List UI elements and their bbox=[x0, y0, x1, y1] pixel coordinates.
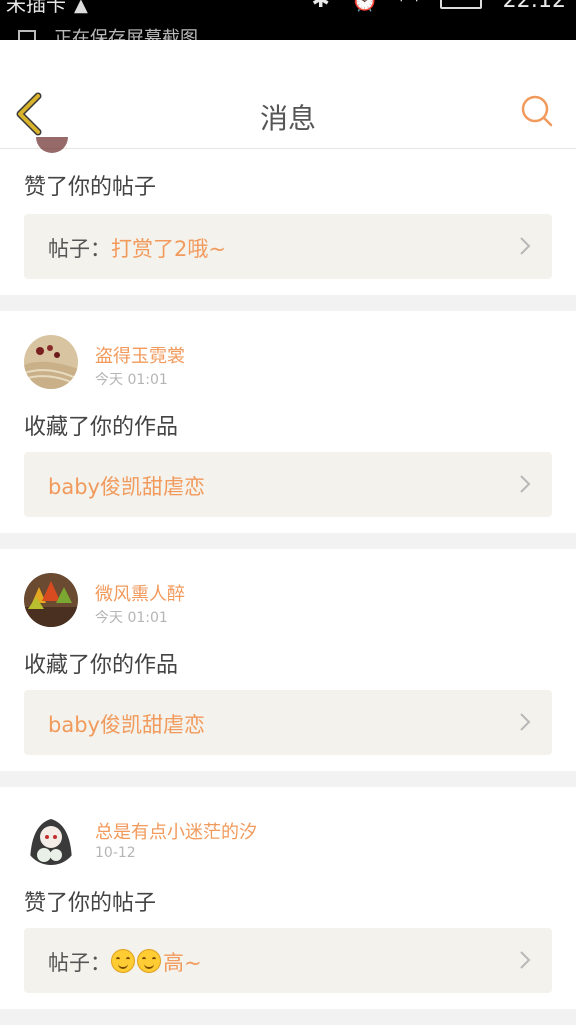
avatar[interactable] bbox=[24, 811, 78, 865]
message-action: 收藏了你的作品 bbox=[24, 653, 179, 678]
referenced-post[interactable]: 帖子： 高~ bbox=[24, 928, 552, 993]
ref-title: 打赏了2哦~ bbox=[111, 237, 226, 261]
chevron-right-icon bbox=[520, 951, 531, 969]
timestamp: 今天 01:01 bbox=[95, 610, 168, 626]
status-bar: 未插卡 ▲ ✱ ⏰ ◠ 22:12 正在保存屏幕截图 bbox=[0, 0, 576, 40]
screenshot-notification: 正在保存屏幕截图 bbox=[18, 24, 198, 40]
referenced-work[interactable]: baby俊凯甜虐恋 bbox=[24, 452, 552, 517]
battery-icon bbox=[439, 0, 482, 9]
chevron-right-icon bbox=[520, 475, 531, 493]
referenced-post[interactable]: 帖子：打赏了2哦~ bbox=[24, 214, 552, 279]
timestamp: 今天 01:01 bbox=[95, 372, 168, 388]
smile-emoji-icon bbox=[111, 949, 135, 973]
message-action: 赞了你的帖子 bbox=[24, 175, 157, 200]
page-title: 消息 bbox=[259, 102, 316, 135]
page-header: 消息 bbox=[0, 40, 576, 149]
avatar[interactable] bbox=[24, 335, 78, 389]
wifi-icon: ◠ bbox=[399, 0, 419, 13]
chevron-right-icon bbox=[520, 713, 531, 731]
ref-prefix: 帖子： bbox=[48, 951, 111, 975]
screenshot-icon bbox=[18, 30, 36, 40]
clock: 22:12 bbox=[502, 0, 566, 13]
user-name[interactable]: 微风熏人醉 bbox=[95, 580, 185, 606]
warning-icon: ▲ bbox=[74, 0, 88, 16]
bluetooth-icon: ✱ bbox=[311, 0, 330, 13]
timestamp: 10-12 bbox=[95, 845, 136, 861]
avatar bbox=[36, 137, 68, 153]
message-action: 收藏了你的作品 bbox=[24, 415, 179, 440]
message-card: 赞了你的帖子 帖子：打赏了2哦~ bbox=[0, 137, 576, 295]
avatar[interactable] bbox=[24, 573, 78, 627]
smile-emoji-icon bbox=[137, 949, 161, 973]
notification-text: 正在保存屏幕截图 bbox=[54, 28, 198, 40]
referenced-work[interactable]: baby俊凯甜虐恋 bbox=[24, 690, 552, 755]
message-card: 盗得玉霓裳 今天 01:01 收藏了你的作品 baby俊凯甜虐恋 bbox=[0, 311, 576, 533]
divider bbox=[0, 1009, 576, 1025]
divider bbox=[0, 295, 576, 311]
message-list: 赞了你的帖子 帖子：打赏了2哦~ 盗得玉霓裳 今天 01:01 收藏了你的作品 … bbox=[0, 137, 576, 1025]
chevron-right-icon bbox=[520, 237, 531, 255]
alarm-icon: ⏰ bbox=[350, 0, 379, 13]
ref-title: baby俊凯甜虐恋 bbox=[48, 713, 205, 737]
message-card: 微风熏人醉 今天 01:01 收藏了你的作品 baby俊凯甜虐恋 bbox=[0, 549, 576, 771]
search-icon bbox=[521, 95, 553, 127]
user-name[interactable]: 总是有点小迷茫的汐 bbox=[95, 818, 257, 844]
divider bbox=[0, 533, 576, 549]
carrier-label: 未插卡 bbox=[6, 0, 66, 16]
user-name[interactable]: 盗得玉霓裳 bbox=[95, 342, 185, 368]
search-button[interactable] bbox=[520, 94, 554, 128]
ref-title: baby俊凯甜虐恋 bbox=[48, 475, 205, 499]
ref-title: 高~ bbox=[163, 951, 202, 975]
message-action: 赞了你的帖子 bbox=[24, 891, 157, 916]
message-card: 总是有点小迷茫的汐 10-12 赞了你的帖子 帖子： 高~ bbox=[0, 787, 576, 1009]
ref-prefix: 帖子： bbox=[48, 237, 111, 261]
divider bbox=[0, 771, 576, 787]
